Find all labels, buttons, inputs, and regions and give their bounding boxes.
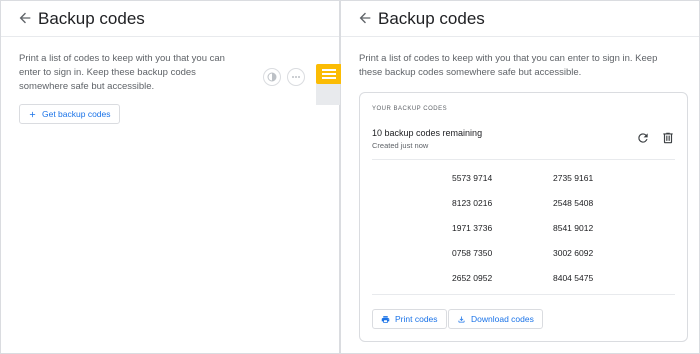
refresh-icon[interactable] — [636, 131, 650, 145]
codes-section-label: YOUR BACKUP CODES — [372, 106, 448, 112]
backup-code: 2548 5408 — [553, 198, 594, 208]
backup-code: 2735 9161 — [553, 173, 594, 183]
illustration-card-shape — [316, 81, 340, 105]
half-circle-icon — [267, 72, 277, 82]
contrast-circle-icon — [263, 68, 281, 86]
list-note-icon — [316, 64, 342, 84]
backup-code: 8123 0216 — [452, 198, 493, 208]
card-divider — [372, 294, 675, 295]
backup-codes-illustration — [260, 61, 342, 111]
backup-code: 1971 3736 — [452, 223, 493, 233]
print-codes-label: Print codes — [395, 314, 438, 324]
codes-remaining-text: 10 backup codes remaining — [372, 128, 483, 138]
code-row: 1971 3736 8541 9012 — [452, 223, 622, 248]
get-backup-codes-button[interactable]: Get backup codes — [19, 104, 120, 124]
plus-icon — [29, 111, 36, 117]
backup-codes-card: YOUR BACKUP CODES 10 backup codes remain… — [359, 92, 688, 342]
code-row: 5573 9714 2735 9161 — [452, 173, 622, 198]
card-divider — [372, 159, 675, 160]
backup-codes-intro-panel: Backup codes Print a list of codes to ke… — [1, 1, 342, 353]
print-codes-button[interactable]: Print codes — [372, 309, 447, 329]
trash-icon[interactable] — [661, 131, 675, 145]
backup-code: 8541 9012 — [553, 223, 594, 233]
header-divider — [341, 36, 699, 37]
backup-code: 2652 0952 — [452, 273, 493, 283]
codes-created-text: Created just now — [372, 141, 429, 150]
backup-code: 5573 9714 — [452, 173, 493, 183]
code-row: 8123 0216 2548 5408 — [452, 198, 622, 223]
page-title: Backup codes — [378, 9, 485, 28]
left-header: Backup codes — [1, 1, 339, 37]
backup-code: 3002 6092 — [553, 248, 594, 258]
back-arrow-icon[interactable] — [357, 10, 373, 26]
header-divider — [1, 36, 339, 37]
right-header: Backup codes — [341, 1, 699, 37]
code-dots-icon — [292, 76, 300, 78]
intro-description: Print a list of codes to keep with you t… — [19, 53, 225, 92]
backup-code: 0758 7350 — [452, 248, 493, 258]
dots-circle-icon — [287, 68, 305, 86]
download-codes-button[interactable]: Download codes — [448, 309, 543, 329]
printer-icon — [381, 315, 390, 323]
codes-grid: 5573 9714 2735 9161 8123 0216 2548 5408 … — [452, 173, 622, 298]
download-icon — [458, 316, 465, 322]
page-title: Backup codes — [38, 9, 145, 28]
backup-codes-list-panel: Backup codes Print a list of codes to ke… — [341, 1, 699, 353]
get-backup-codes-label: Get backup codes — [42, 109, 111, 119]
backup-code: 8404 5475 — [553, 273, 594, 283]
code-row: 0758 7350 3002 6092 — [452, 248, 622, 273]
codes-description: Print a list of codes to keep with you t… — [359, 53, 658, 78]
back-arrow-icon[interactable] — [17, 10, 33, 26]
download-codes-label: Download codes — [471, 314, 534, 324]
